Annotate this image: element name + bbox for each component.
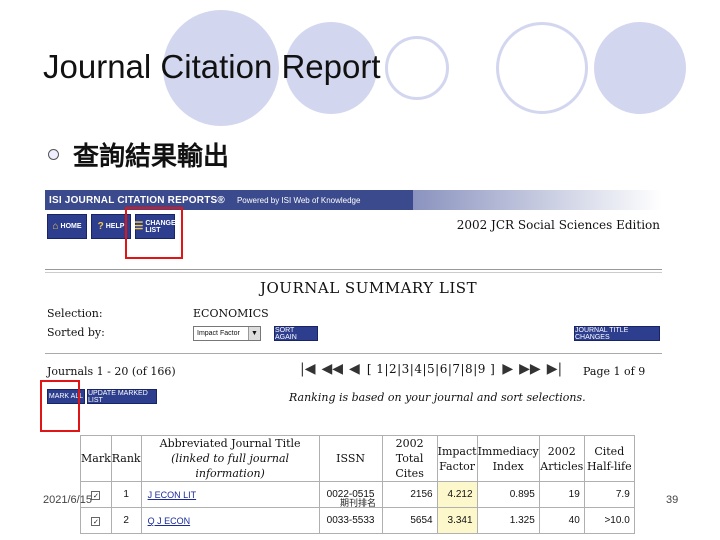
col-half-life: Cited Half-life — [583, 435, 635, 482]
table-row: ✓ 2 Q J ECON 0033-5533 5654 3.341 1.325 … — [80, 507, 635, 534]
decor-circle-5 — [594, 22, 686, 114]
checkbox[interactable]: ✓ — [91, 517, 101, 526]
next-icon[interactable]: ▶ — [502, 361, 513, 377]
col-impact-line1: Impact — [437, 444, 477, 458]
col-immediacy: Immediacy Index — [476, 435, 540, 482]
col-immediacy-line1: Immediacy — [477, 444, 539, 458]
journal-title-changes-button[interactable]: JOURNAL TITLE CHANGES — [574, 326, 660, 341]
footer-date: 2021/6/15 — [43, 494, 92, 506]
divider — [45, 353, 662, 354]
half-life-cell: >10.0 — [583, 507, 635, 534]
update-marked-list-button[interactable]: UPDATE MARKED LIST — [87, 389, 157, 404]
selection-value: ECONOMICS — [193, 307, 269, 320]
checkbox[interactable]: ✓ — [91, 491, 101, 500]
total-cites-cell: 2156 — [381, 481, 438, 508]
articles-cell: 40 — [538, 507, 585, 534]
col-articles-line2: Articles — [540, 459, 584, 473]
jcr-topbar: ISI JOURNAL CITATION REPORTS® Powered by… — [45, 190, 413, 210]
sort-select[interactable]: Impact Factor ▼ — [193, 326, 261, 341]
prev-page-icon[interactable]: ◀◀ — [321, 361, 343, 377]
page-links[interactable]: [ 1|2|3|4|5|6|7|8|9 ] — [367, 362, 496, 376]
ranking-note: Ranking is based on your journal and sor… — [289, 391, 586, 404]
total-cites-cell: 5654 — [381, 507, 438, 534]
sorted-label: Sorted by: — [47, 326, 105, 339]
jcr-powered-by: Powered by ISI Web of Knowledge — [236, 195, 361, 205]
mark-checkbox-cell[interactable]: ✓ — [80, 507, 112, 534]
footer-caption: 期刊排名 — [340, 499, 377, 509]
rank-cell: 1 — [110, 481, 142, 508]
col-immediacy-line2: Index — [492, 459, 524, 473]
summary-title: JOURNAL SUMMARY LIST — [260, 279, 478, 297]
sort-select-value: Impact Factor — [197, 330, 240, 337]
divider — [45, 272, 662, 273]
col-mark: Mark — [80, 435, 112, 482]
chevron-down-icon: ▼ — [248, 327, 260, 340]
col-impact-factor: Impact Factor — [436, 435, 478, 482]
col-title-line1: Abbreviated Journal Title — [159, 437, 301, 450]
bullet-text: 查詢結果輸出 — [73, 142, 230, 172]
decor-circle-3 — [385, 36, 449, 100]
home-button-label: HOME — [60, 223, 82, 230]
col-impact-line2: Factor — [439, 459, 476, 473]
col-half-life-line2: Half-life — [586, 459, 632, 473]
title-cell: J ECON LIT — [140, 481, 320, 508]
articles-cell: 19 — [538, 481, 585, 508]
col-articles-line1: 2002 — [547, 444, 576, 458]
immediacy-cell: 1.325 — [476, 507, 540, 534]
impact-factor-cell: 3.341 — [436, 507, 478, 534]
jcr-brand: ISI JOURNAL CITATION REPORTS® — [49, 194, 225, 206]
issn-cell: 0033-5533 — [318, 507, 383, 534]
journal-title-link[interactable]: J ECON LIT — [148, 490, 197, 500]
home-icon: ⌂ — [52, 221, 59, 232]
home-button[interactable]: ⌂ HOME — [47, 214, 87, 239]
divider — [45, 269, 662, 270]
col-title: Abbreviated Journal Title (linked to ful… — [140, 435, 320, 482]
journals-range: Journals 1 - 20 (of 166) — [47, 365, 176, 378]
page-of: Page 1 of 9 — [583, 365, 646, 378]
col-title-line2: (linked to full journal information) — [171, 452, 290, 480]
last-page-icon[interactable]: ▶| — [547, 361, 562, 377]
pager: |◀ ◀◀ ◀ [ 1|2|3|4|5|6|7|8|9 ] ▶ ▶▶ ▶| — [297, 361, 565, 377]
table-header-row: Mark Rank Abbreviated Journal Title (lin… — [80, 435, 635, 482]
impact-factor-cell: 4.212 — [436, 481, 478, 508]
first-page-icon[interactable]: |◀ — [300, 361, 315, 377]
next-page-icon[interactable]: ▶▶ — [519, 361, 541, 377]
footer-page-number: 39 — [666, 494, 679, 506]
col-rank: Rank — [110, 435, 142, 482]
help-icon: ? — [97, 221, 104, 232]
rank-cell: 2 — [110, 507, 142, 534]
col-articles: 2002 Articles — [538, 435, 585, 482]
jcr-topbar-gradient — [413, 190, 662, 210]
journal-title-link[interactable]: Q J ECON — [148, 516, 191, 526]
bullet-item: 查詢結果輸出 — [48, 136, 229, 173]
half-life-cell: 7.9 — [583, 481, 635, 508]
col-total-cites-line2: Total Cites — [395, 452, 424, 480]
col-total-cites-line1: 2002 — [395, 437, 424, 450]
col-half-life-line1: Cited — [594, 444, 625, 458]
immediacy-cell: 0.895 — [476, 481, 540, 508]
highlight-box-mark-all — [40, 380, 80, 432]
prev-icon[interactable]: ◀ — [349, 361, 360, 377]
highlight-box-change-list — [125, 207, 183, 259]
selection-label: Selection: — [47, 307, 103, 320]
help-button-label: HELP — [105, 223, 125, 230]
decor-circle-4 — [496, 22, 588, 114]
bullet-icon — [48, 149, 59, 160]
edition-label: 2002 JCR Social Sciences Edition — [456, 218, 660, 232]
journal-table: Mark Rank Abbreviated Journal Title (lin… — [80, 435, 635, 534]
sort-again-button[interactable]: SORT AGAIN — [274, 326, 318, 341]
col-total-cites: 2002 Total Cites — [381, 435, 438, 482]
col-issn: ISSN — [318, 435, 383, 482]
slide-title: Journal Citation Report — [43, 48, 381, 85]
title-cell: Q J ECON — [140, 507, 320, 534]
